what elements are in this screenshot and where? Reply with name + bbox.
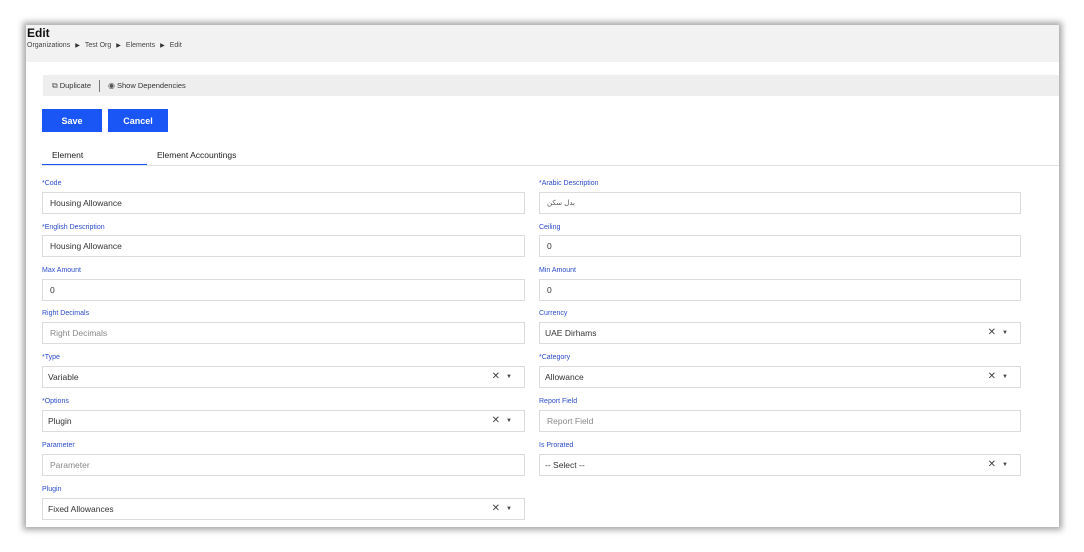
caret-down-icon[interactable]: ▼ <box>1002 330 1008 336</box>
is-prorated-value: -- Select -- <box>545 460 585 470</box>
category-value: Allowance <box>545 372 584 382</box>
breadcrumb-elements[interactable]: Elements <box>126 42 155 49</box>
ceiling-input[interactable]: 0 <box>539 235 1021 257</box>
breadcrumb-organizations[interactable]: Organizations <box>27 42 70 49</box>
max-amount-input[interactable]: 0 <box>42 279 525 301</box>
currency-value: UAE Dirhams <box>545 328 597 338</box>
english-description-label: *English Description <box>42 224 105 231</box>
caret-down-icon[interactable]: ▼ <box>506 418 512 424</box>
arabic-description-input[interactable]: بدل سكن <box>539 192 1021 214</box>
breadcrumb: Organizations ▶ Test Org ▶ Elements ▶ Ed… <box>27 42 182 49</box>
close-icon[interactable]: ✕ <box>988 328 996 338</box>
min-amount-label: Min Amount <box>539 267 576 274</box>
select-controls: ✕ ▼ <box>492 416 512 426</box>
close-icon[interactable]: ✕ <box>492 416 500 426</box>
plugin-select[interactable]: Fixed Allowances ✕ ▼ <box>42 498 525 520</box>
right-decimals-label: Right Decimals <box>42 310 90 317</box>
caret-down-icon[interactable]: ▼ <box>506 374 512 380</box>
ceiling-label: Ceiling <box>539 224 561 231</box>
options-select[interactable]: Plugin ✕ ▼ <box>42 410 525 432</box>
min-amount-input[interactable]: 0 <box>539 279 1021 301</box>
select-controls: ✕ ▼ <box>492 504 512 514</box>
plugin-value: Fixed Allowances <box>48 504 114 514</box>
select-controls: ✕ ▼ <box>988 328 1008 338</box>
currency-label: Currency <box>539 310 568 317</box>
cancel-button[interactable]: Cancel <box>108 109 168 132</box>
select-controls: ✕ ▼ <box>988 460 1008 470</box>
code-input[interactable]: Housing Allowance <box>42 192 525 214</box>
parameter-label: Parameter <box>42 442 75 449</box>
page-title: Edit <box>27 26 50 40</box>
chevron-right-icon: ▶ <box>116 43 121 49</box>
eye-icon: ◉ <box>108 81 115 90</box>
is-prorated-select[interactable]: -- Select -- ✕ ▼ <box>539 454 1021 476</box>
close-icon[interactable]: ✕ <box>988 372 996 382</box>
caret-down-icon[interactable]: ▼ <box>506 506 512 512</box>
tab-element[interactable]: Element <box>42 144 147 165</box>
type-value: Variable <box>48 372 79 382</box>
type-select[interactable]: Variable ✕ ▼ <box>42 366 525 388</box>
right-decimals-input[interactable]: Right Decimals <box>42 322 525 344</box>
report-field-label: Report Field <box>539 398 578 405</box>
tab-bar: Element Element Accountings <box>42 144 1059 166</box>
caret-down-icon[interactable]: ▼ <box>1002 374 1008 380</box>
english-description-input[interactable]: Housing Allowance <box>42 235 525 257</box>
parameter-input[interactable]: Parameter <box>42 454 525 476</box>
caret-down-icon[interactable]: ▼ <box>1002 462 1008 468</box>
save-button[interactable]: Save <box>42 109 102 132</box>
code-label: *Code <box>42 180 62 187</box>
show-dependencies-button[interactable]: ◉ Show Dependencies <box>100 75 194 96</box>
options-label: *Options <box>42 398 69 405</box>
max-amount-label: Max Amount <box>42 267 81 274</box>
is-prorated-label: Is Prorated <box>539 442 574 449</box>
chevron-right-icon: ▶ <box>75 43 80 49</box>
close-icon[interactable]: ✕ <box>492 504 500 514</box>
tab-element-accountings[interactable]: Element Accountings <box>147 144 236 165</box>
currency-select[interactable]: UAE Dirhams ✕ ▼ <box>539 322 1021 344</box>
close-icon[interactable]: ✕ <box>492 372 500 382</box>
chevron-right-icon: ▶ <box>160 43 165 49</box>
close-icon[interactable]: ✕ <box>988 460 996 470</box>
arabic-description-label: *Arabic Description <box>539 180 599 187</box>
options-value: Plugin <box>48 416 72 426</box>
plugin-label: Plugin <box>42 486 62 493</box>
page-header: Edit Organizations ▶ Test Org ▶ Elements… <box>26 25 1059 62</box>
duplicate-button[interactable]: ⧉ Duplicate <box>43 75 99 96</box>
duplicate-label: Duplicate <box>59 81 91 90</box>
type-label: *Type <box>42 354 60 361</box>
category-select[interactable]: Allowance ✕ ▼ <box>539 366 1021 388</box>
app-window: Edit Organizations ▶ Test Org ▶ Elements… <box>26 25 1059 527</box>
copy-icon: ⧉ <box>52 80 58 90</box>
action-toolbar: ⧉ Duplicate ◉ Show Dependencies <box>43 75 1059 96</box>
select-controls: ✕ ▼ <box>492 372 512 382</box>
category-label: *Category <box>539 354 571 361</box>
select-controls: ✕ ▼ <box>988 372 1008 382</box>
show-dependencies-label: Show Dependencies <box>116 81 186 90</box>
breadcrumb-test-org[interactable]: Test Org <box>85 42 111 49</box>
report-field-input[interactable]: Report Field <box>539 410 1021 432</box>
breadcrumb-edit: Edit <box>169 42 182 49</box>
